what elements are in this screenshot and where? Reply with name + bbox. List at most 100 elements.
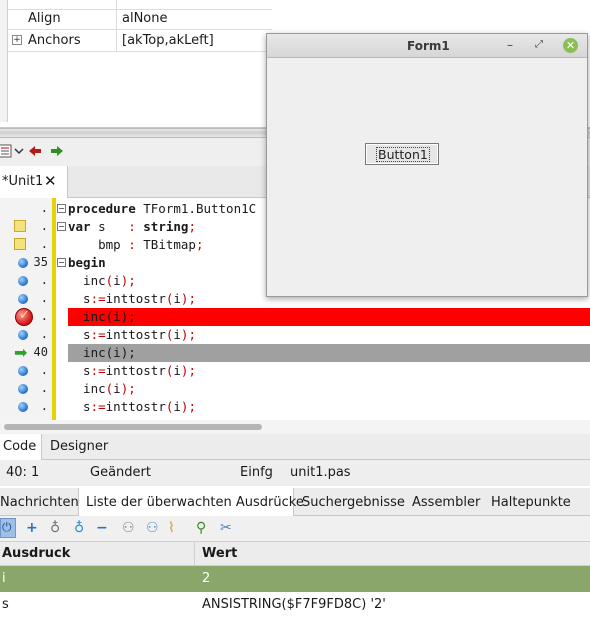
- debug-tabs: Nachrichten Liste der überwachten Ausdrü…: [0, 488, 590, 516]
- window-titlebar[interactable]: Form1 – ⤢ ✕: [267, 34, 587, 58]
- code-designer-tabs: Code Designer: [0, 434, 590, 460]
- line-number: .: [40, 381, 48, 395]
- executable-line-icon[interactable]: [18, 366, 28, 376]
- button1[interactable]: Button1: [365, 143, 439, 165]
- chevron-down-icon[interactable]: [12, 144, 26, 158]
- code-text: inc(i);: [68, 381, 136, 396]
- insert-mode: Einfg: [240, 465, 273, 480]
- tab-watches-label[interactable]: Liste der überwachten Ausdrücke: [86, 495, 304, 510]
- watch-value: 2: [202, 571, 211, 586]
- tab-assembler[interactable]: Assembler: [412, 495, 480, 510]
- maximize-icon[interactable]: ⤢: [535, 39, 543, 50]
- property-row-anchors[interactable]: + Anchors [akTop,akLeft]: [8, 30, 272, 52]
- disable-all-icon[interactable]: ⚇: [122, 520, 135, 536]
- code-line[interactable]: 40 ➡ inc(i);: [0, 344, 590, 362]
- tab-designer[interactable]: Designer: [50, 439, 108, 454]
- column-value[interactable]: Wert: [202, 546, 237, 561]
- executable-line-icon[interactable]: [18, 276, 28, 286]
- watch-toolbar: ⏻ + ♁ ♁ − ⚇ ⚇ ⌇ ⚲ ✂: [0, 516, 590, 542]
- column-expression[interactable]: Ausdruck: [2, 546, 70, 561]
- enable-all-icon[interactable]: ⚇: [146, 520, 159, 536]
- cursor-position: 40: 1: [6, 465, 40, 480]
- object-inspector-scrollbar[interactable]: [0, 0, 8, 122]
- forward-arrow-icon[interactable]: [50, 144, 64, 158]
- watch-list-header: Ausdruck Wert: [0, 542, 590, 566]
- tab-code[interactable]: Code: [0, 434, 42, 460]
- property-row-align[interactable]: Align alNone: [8, 8, 272, 30]
- executable-line-icon[interactable]: [18, 258, 28, 268]
- modified-status: Geändert: [90, 465, 151, 480]
- breakpoint-icon[interactable]: [15, 308, 33, 326]
- evaluate-icon[interactable]: ✂: [220, 520, 232, 536]
- back-arrow-icon[interactable]: [28, 144, 42, 158]
- fold-toggle-icon[interactable]: −: [57, 258, 66, 267]
- watch-expression: s: [2, 597, 9, 612]
- code-text: inc(i);: [68, 309, 136, 324]
- fold-toggle-icon[interactable]: −: [57, 222, 66, 231]
- form1-window[interactable]: Form1 – ⤢ ✕ Button1: [266, 33, 588, 297]
- code-text: inc(i);: [68, 345, 136, 360]
- clear-icon[interactable]: ⌇: [168, 520, 175, 536]
- executable-line-icon[interactable]: [18, 294, 28, 304]
- bookmark-icon[interactable]: [14, 220, 26, 232]
- code-text: begin: [68, 255, 106, 270]
- code-text: procedure TForm1.Button1C: [68, 201, 257, 216]
- executable-line-icon[interactable]: [18, 384, 28, 394]
- column-separator: [116, 8, 117, 30]
- close-icon[interactable]: ✕: [44, 172, 57, 190]
- code-text: inc(i);: [68, 273, 136, 288]
- code-line[interactable]: . s:=inttostr(i);: [0, 362, 590, 380]
- tab-label: *Unit1: [2, 174, 44, 189]
- code-line[interactable]: . s:=inttostr(i);: [0, 398, 590, 416]
- column-separator: [116, 30, 117, 52]
- watch-row-selected[interactable]: i 2: [0, 566, 590, 592]
- line-number: .: [40, 291, 48, 305]
- button1-label: Button1: [376, 147, 430, 162]
- code-line[interactable]: . s:=inttostr(i);: [0, 326, 590, 344]
- window-title: Form1: [407, 39, 450, 53]
- watch-row[interactable]: s ANSISTRING($F7F9FD8C) '2': [0, 592, 590, 620]
- light-on-icon[interactable]: ♁: [74, 520, 84, 536]
- watch-expression: i: [2, 571, 6, 586]
- bookmark-icon[interactable]: [14, 238, 26, 250]
- fold-toggle-icon[interactable]: −: [57, 204, 66, 213]
- watch-value: ANSISTRING($F7F9FD8C) '2': [202, 597, 386, 612]
- execution-arrow-icon[interactable]: ➡: [14, 345, 27, 361]
- line-number: 35: [33, 255, 48, 269]
- remove-icon[interactable]: −: [96, 520, 108, 536]
- code-text: s:=inttostr(i);: [68, 291, 196, 306]
- property-name: Align: [28, 11, 61, 26]
- light-off-icon[interactable]: ♁: [50, 520, 60, 536]
- execution-point-highlight: [68, 344, 590, 362]
- power-toggle[interactable]: ⏻: [0, 518, 16, 538]
- add-icon[interactable]: +: [26, 520, 38, 536]
- tab-breakpoints[interactable]: Haltepunkte: [491, 495, 571, 510]
- breakpoint-highlight: [68, 308, 590, 326]
- tab-unit1[interactable]: *Unit1 ✕: [0, 166, 68, 198]
- editor-horizontal-scrollbar[interactable]: [0, 420, 590, 434]
- tab-messages[interactable]: Nachrichten: [0, 495, 79, 510]
- property-value[interactable]: alNone: [122, 11, 168, 26]
- power-icon: ⏻: [2, 520, 12, 534]
- property-value[interactable]: [akTop,akLeft]: [122, 33, 214, 48]
- close-icon[interactable]: ✕: [563, 38, 578, 53]
- tab-search-results[interactable]: Suchergebnisse: [302, 495, 405, 510]
- line-number: .: [40, 327, 48, 341]
- executable-line-icon[interactable]: [18, 330, 28, 340]
- list-icon[interactable]: [0, 144, 12, 158]
- expand-icon[interactable]: +: [12, 35, 22, 45]
- code-text: var s : string;: [68, 219, 196, 234]
- code-line[interactable]: . inc(i);: [0, 308, 590, 326]
- property-name: Anchors: [28, 33, 81, 48]
- executable-line-icon[interactable]: [18, 402, 28, 412]
- code-text: s:=inttostr(i);: [68, 327, 196, 342]
- minimize-icon[interactable]: –: [507, 38, 513, 52]
- line-number: .: [40, 399, 48, 413]
- scrollbar-thumb[interactable]: [4, 424, 262, 430]
- file-name: unit1.pas: [290, 465, 351, 480]
- column-separator: [194, 542, 195, 566]
- line-number: .: [40, 273, 48, 287]
- code-line[interactable]: . inc(i);: [0, 380, 590, 398]
- inspect-icon[interactable]: ⚲: [196, 520, 206, 536]
- code-text: s:=inttostr(i);: [68, 399, 196, 414]
